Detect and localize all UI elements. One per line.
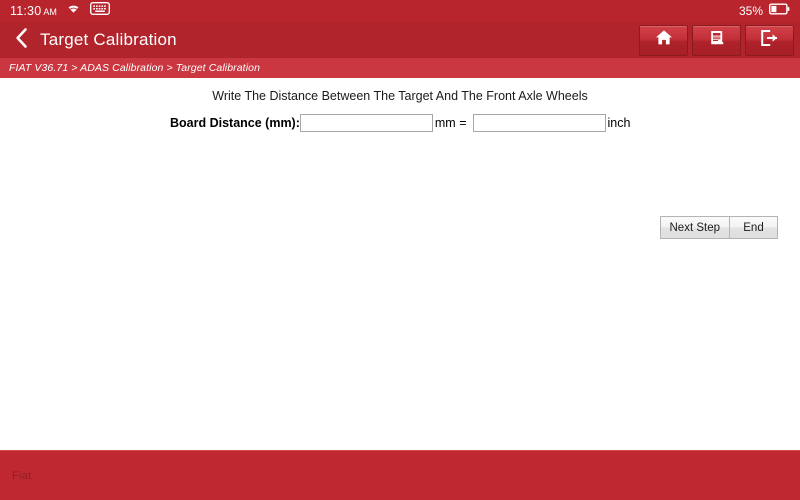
unit-mm-label: mm = xyxy=(434,116,467,130)
document-report-icon xyxy=(708,28,726,52)
page-title: Target Calibration xyxy=(40,30,177,49)
exit-button[interactable] xyxy=(745,24,794,56)
footer-brand-label: Fiat xyxy=(12,469,32,482)
home-icon xyxy=(655,29,673,51)
home-button[interactable] xyxy=(639,24,688,56)
status-bar-right: 35% xyxy=(739,2,790,20)
app-footer: Fiat xyxy=(0,450,800,500)
chevron-left-icon xyxy=(14,27,29,54)
status-bar-left: 11:30 AM xyxy=(10,1,110,20)
board-distance-mm-input[interactable] xyxy=(299,114,433,132)
header-actions xyxy=(639,22,800,58)
breadcrumb: FIAT V36.71 > ADAS Calibration > Target … xyxy=(9,62,261,74)
battery-icon xyxy=(768,2,790,20)
battery-percent-label: 35% xyxy=(738,4,763,18)
status-time-value: 11:30 xyxy=(10,4,42,18)
board-distance-label: Board Distance (mm): xyxy=(170,116,300,130)
report-button[interactable] xyxy=(692,24,741,56)
action-buttons: Next Step End xyxy=(659,216,778,239)
unit-inch-label: inch xyxy=(607,116,631,130)
app-window: 11:30 AM 35% Target Calibration FIAT V36… xyxy=(0,0,800,500)
status-bar: 11:30 AM 35% xyxy=(0,0,800,22)
status-time: 11:30 AM xyxy=(10,2,57,20)
keyboard-icon xyxy=(89,1,110,20)
end-button[interactable]: End xyxy=(730,216,778,239)
wifi-icon xyxy=(66,2,81,20)
next-step-button[interactable]: Next Step xyxy=(659,216,730,239)
exit-arrow-icon xyxy=(760,29,779,52)
board-distance-inch-input[interactable] xyxy=(472,114,606,132)
back-button[interactable] xyxy=(8,25,34,55)
app-header: Target Calibration xyxy=(0,22,800,58)
board-distance-row: Board Distance (mm): mm = inch xyxy=(170,114,630,132)
breadcrumb-bar: FIAT V36.71 > ADAS Calibration > Target … xyxy=(0,58,800,78)
instruction-text: Write The Distance Between The Target An… xyxy=(212,89,588,103)
main-content: Write The Distance Between The Target An… xyxy=(0,78,800,450)
status-time-ampm: AM xyxy=(43,7,57,17)
